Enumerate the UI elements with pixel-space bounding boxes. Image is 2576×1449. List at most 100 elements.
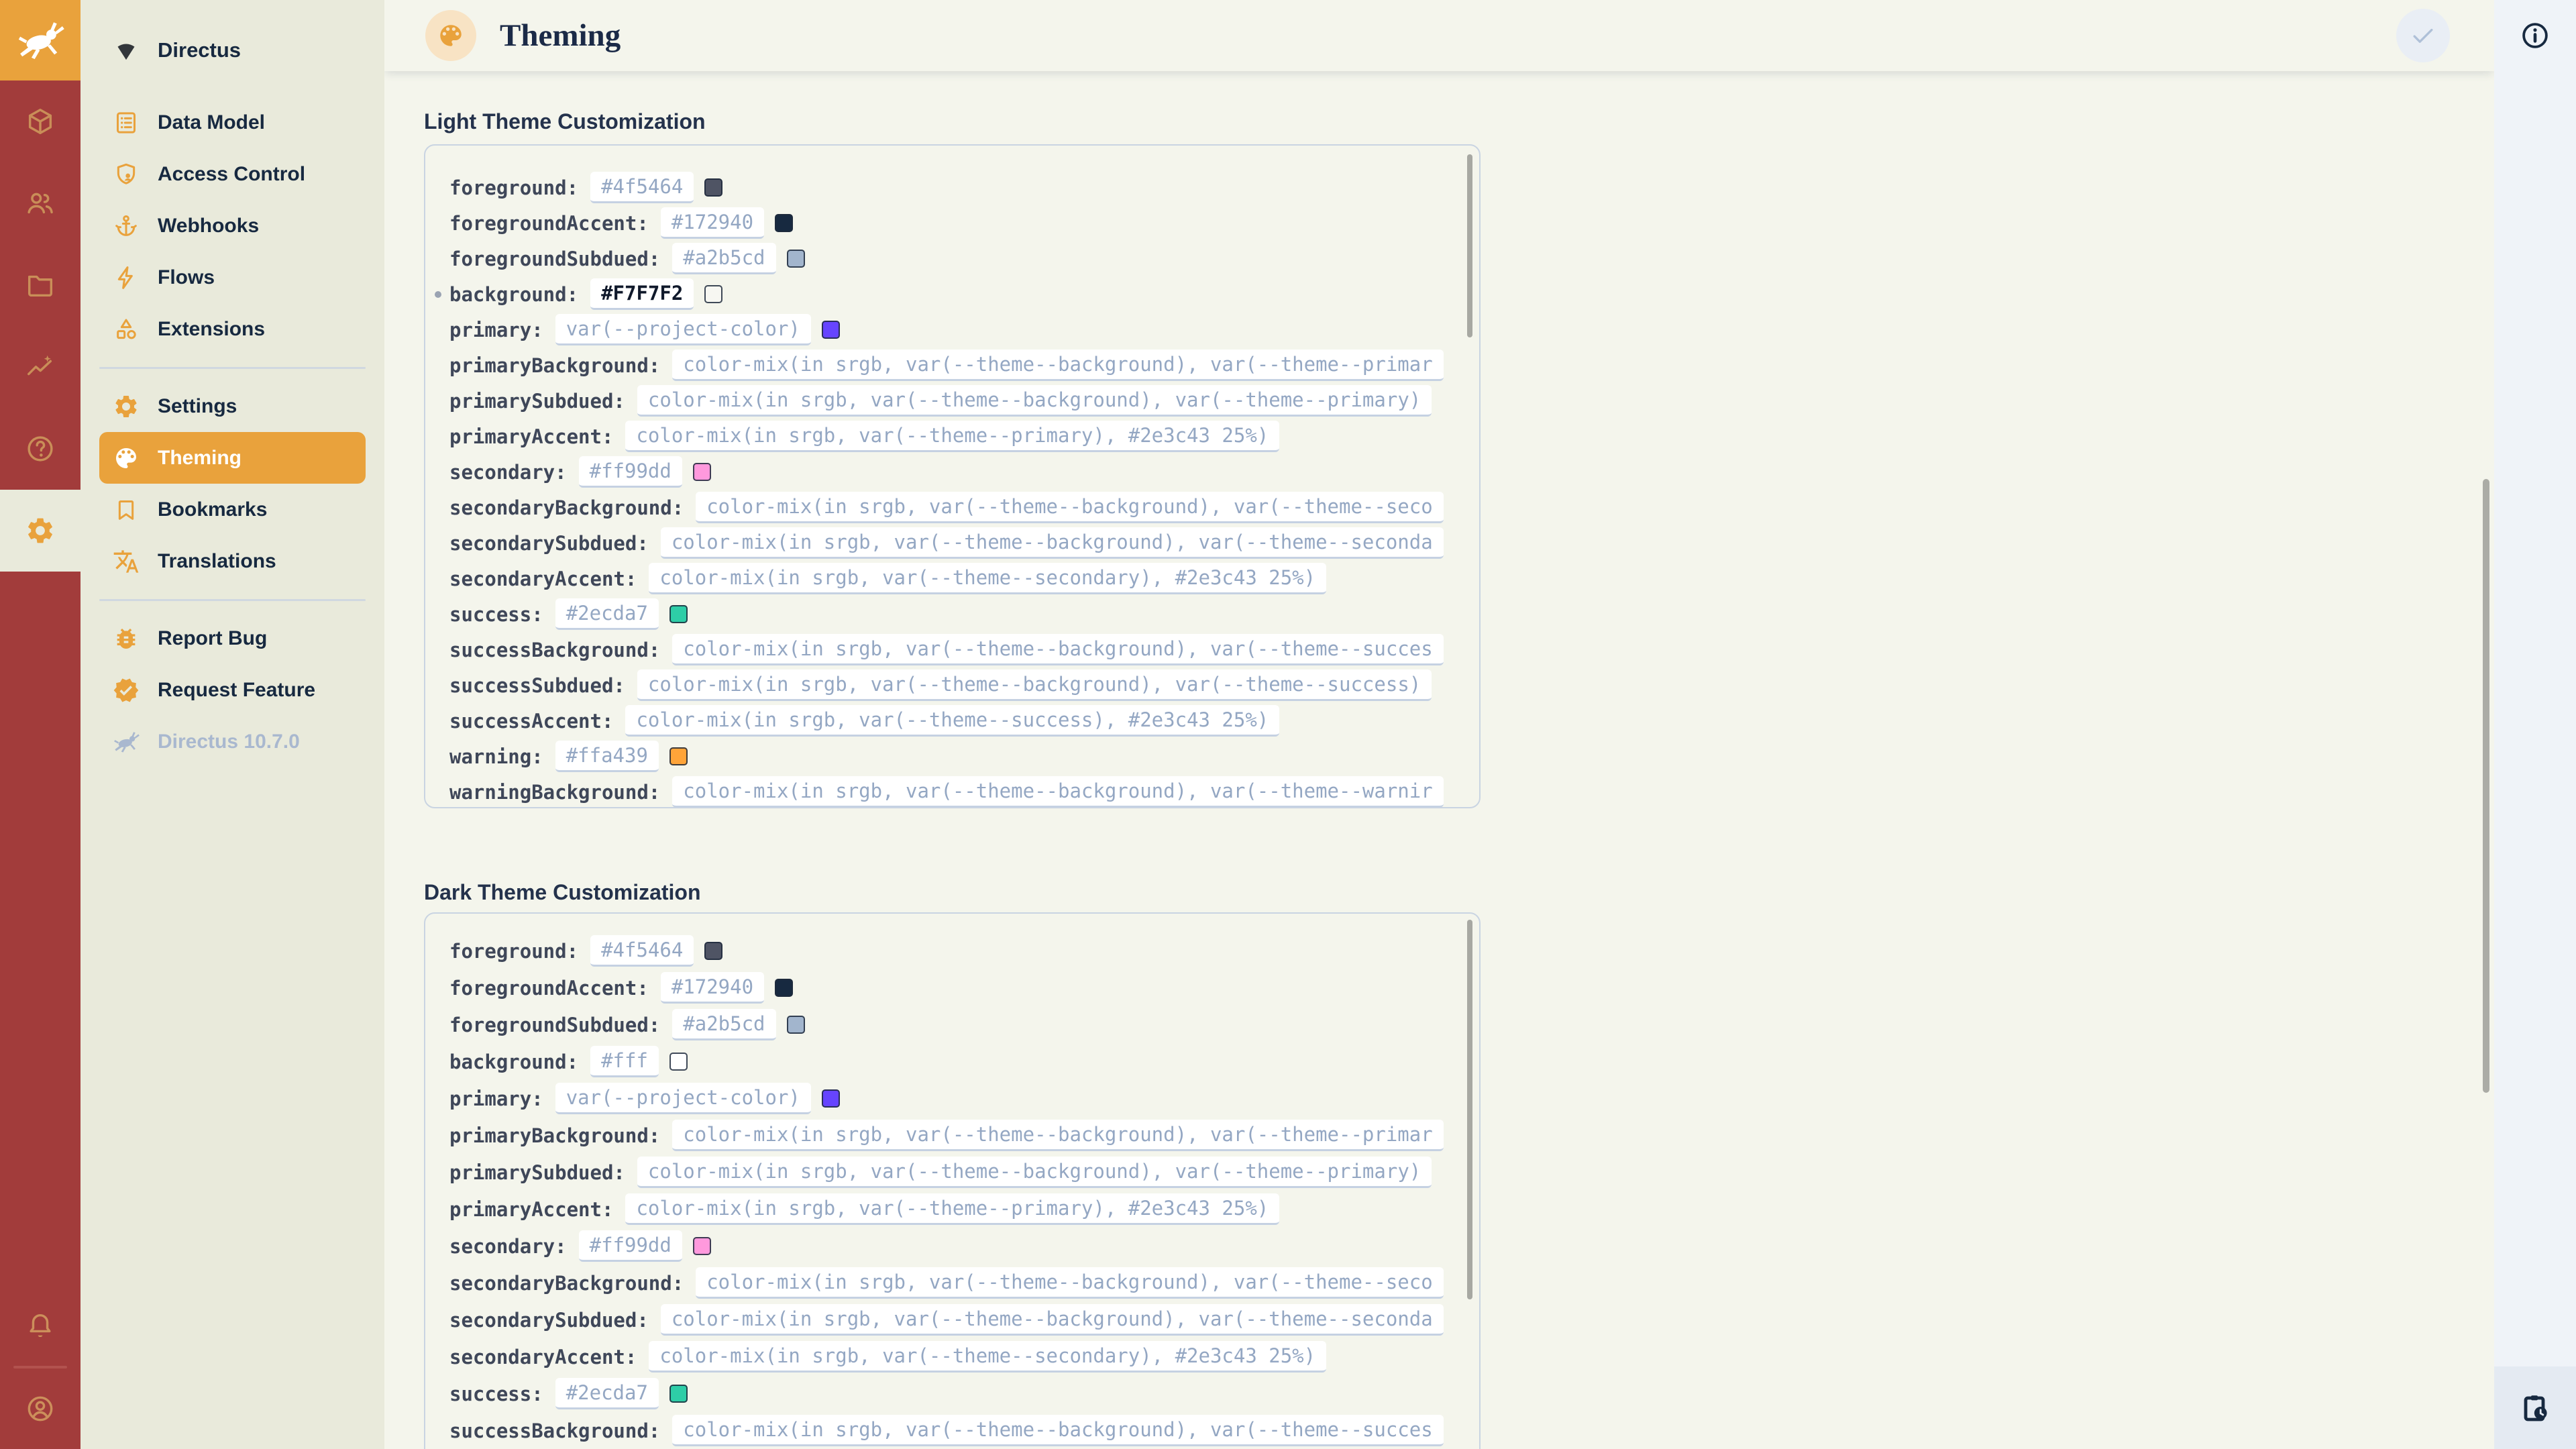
color-swatch[interactable] bbox=[693, 463, 711, 481]
sidebar-item[interactable]: Extensions bbox=[99, 303, 366, 355]
sidebar-item[interactable]: Flows bbox=[99, 252, 366, 303]
light-theme-editor[interactable]: foreground: #4f5464 foregroundAccent: #1… bbox=[424, 144, 1481, 808]
account-button[interactable] bbox=[0, 1368, 80, 1449]
property-value-input[interactable]: #2ecda7 bbox=[555, 598, 659, 630]
property-value-input[interactable]: color-mix(in srgb, var(--theme--backgrou… bbox=[672, 350, 1443, 381]
light-block-scrollbar-thumb[interactable] bbox=[1467, 154, 1472, 337]
module-button[interactable] bbox=[0, 80, 80, 162]
property-value-input[interactable]: #ff99dd bbox=[579, 1230, 682, 1262]
theme-property-row: successSubdued: color-mix(in srgb, var(-… bbox=[425, 667, 1464, 703]
color-swatch[interactable] bbox=[669, 1053, 688, 1071]
module-button[interactable] bbox=[0, 244, 80, 326]
property-key: success: bbox=[449, 1383, 543, 1405]
property-value-input[interactable]: #ffa439 bbox=[555, 741, 659, 772]
dark-block-scrollbar-thumb[interactable] bbox=[1467, 920, 1472, 1299]
sidebar-item[interactable]: Access Control bbox=[99, 148, 366, 200]
property-value-input[interactable]: color-mix(in srgb, var(--theme--backgrou… bbox=[672, 1415, 1443, 1446]
sidebar-item[interactable]: Translations bbox=[99, 535, 366, 587]
insights-icon bbox=[25, 352, 56, 382]
color-swatch[interactable] bbox=[669, 1385, 688, 1403]
notifications-button[interactable] bbox=[0, 1285, 80, 1366]
theme-property-row: primarySubdued: color-mix(in srgb, var(-… bbox=[425, 1154, 1464, 1191]
property-value-input[interactable]: var(--project-color) bbox=[555, 1083, 811, 1114]
color-swatch[interactable] bbox=[704, 178, 722, 197]
theme-property-row: primarySubdued: color-mix(in srgb, var(-… bbox=[425, 383, 1464, 419]
sidebar-item[interactable]: Webhooks bbox=[99, 200, 366, 252]
property-value-input[interactable]: color-mix(in srgb, var(--theme--backgrou… bbox=[672, 776, 1443, 808]
theme-property-row: successAccent: color-mix(in srgb, var(--… bbox=[425, 703, 1464, 739]
sidebar-item-label: Webhooks bbox=[158, 215, 259, 237]
property-key: secondaryBackground: bbox=[449, 496, 684, 519]
property-value-input[interactable]: #172940 bbox=[661, 972, 764, 1004]
sidebar-item[interactable]: Settings bbox=[99, 380, 366, 432]
sidebar-item[interactable]: Bookmarks bbox=[99, 484, 366, 535]
module-button[interactable] bbox=[0, 490, 80, 572]
property-value-input[interactable]: color-mix(in srgb, var(--theme--backgrou… bbox=[637, 385, 1432, 417]
color-swatch[interactable] bbox=[822, 321, 840, 339]
sidebar-item[interactable]: Theming bbox=[99, 432, 366, 484]
property-value-input[interactable]: color-mix(in srgb, var(--theme--backgrou… bbox=[661, 527, 1444, 559]
property-key: warningBackground: bbox=[449, 781, 660, 804]
property-value-input[interactable]: #4f5464 bbox=[590, 935, 694, 967]
color-swatch[interactable] bbox=[775, 979, 793, 997]
color-swatch[interactable] bbox=[775, 214, 793, 232]
save-button[interactable] bbox=[2396, 9, 2450, 62]
sidebar-item[interactable]: Report Bug bbox=[99, 612, 366, 664]
color-swatch[interactable] bbox=[787, 250, 805, 268]
sidebar-item-label: Access Control bbox=[158, 163, 305, 186]
sidebar-item[interactable]: Directus 10.7.0 bbox=[99, 716, 366, 767]
main-content: Theming Light Theme Customization foregr… bbox=[384, 0, 2494, 1449]
sidebar-item[interactable]: Request Feature bbox=[99, 664, 366, 716]
bug-icon bbox=[113, 625, 140, 652]
property-value-input[interactable]: #2ecda7 bbox=[555, 1378, 659, 1409]
property-value-input[interactable]: #4f5464 bbox=[590, 172, 694, 203]
theme-property-row: foregroundAccent: #172940 bbox=[425, 205, 1464, 241]
property-value-input[interactable]: #F7F7F2 bbox=[590, 278, 694, 310]
property-value-input[interactable]: color-mix(in srgb, var(--theme--primary)… bbox=[625, 1193, 1279, 1225]
property-key: primaryAccent: bbox=[449, 425, 613, 448]
property-value-input[interactable]: color-mix(in srgb, var(--theme--success)… bbox=[625, 705, 1279, 737]
module-button[interactable] bbox=[0, 408, 80, 490]
theme-property-row: secondary: #ff99dd bbox=[425, 1228, 1464, 1265]
property-value-input[interactable]: var(--project-color) bbox=[555, 314, 811, 345]
property-key: background: bbox=[449, 283, 578, 306]
property-value-input[interactable]: #a2b5cd bbox=[672, 243, 775, 274]
color-swatch[interactable] bbox=[669, 747, 688, 765]
color-swatch[interactable] bbox=[693, 1237, 711, 1255]
color-swatch[interactable] bbox=[704, 285, 722, 303]
property-value-input[interactable]: #172940 bbox=[661, 207, 764, 239]
page-info-button[interactable] bbox=[2494, 0, 2576, 71]
dark-theme-editor[interactable]: foreground: #4f5464 foregroundAccent: #1… bbox=[424, 912, 1481, 1449]
property-value-input[interactable]: color-mix(in srgb, var(--theme--secondar… bbox=[649, 1341, 1326, 1373]
activity-footer[interactable] bbox=[2494, 1366, 2576, 1449]
property-value-input[interactable]: color-mix(in srgb, var(--theme--backgrou… bbox=[672, 634, 1443, 665]
property-value-input[interactable]: color-mix(in srgb, var(--theme--backgrou… bbox=[661, 1304, 1444, 1336]
property-value-input[interactable]: color-mix(in srgb, var(--theme--backgrou… bbox=[696, 492, 1444, 523]
module-button[interactable] bbox=[0, 162, 80, 244]
project-title[interactable]: Directus bbox=[80, 24, 384, 76]
property-value-input[interactable]: color-mix(in srgb, var(--theme--backgrou… bbox=[637, 1157, 1432, 1188]
property-value-input[interactable]: color-mix(in srgb, var(--theme--secondar… bbox=[649, 563, 1326, 594]
directus-logo[interactable] bbox=[0, 0, 80, 80]
property-value-input[interactable]: #fff bbox=[590, 1046, 659, 1077]
theme-property-row: foregroundSubdued: #a2b5cd bbox=[425, 241, 1464, 276]
property-value-input[interactable]: #a2b5cd bbox=[672, 1009, 775, 1040]
main-scrollbar-thumb[interactable] bbox=[2483, 479, 2489, 1093]
project-fan-icon bbox=[113, 37, 140, 64]
color-swatch[interactable] bbox=[704, 942, 722, 960]
property-key: foregroundAccent: bbox=[449, 977, 649, 1000]
theme-property-row: secondaryBackground: color-mix(in srgb, … bbox=[425, 1265, 1464, 1301]
color-swatch[interactable] bbox=[787, 1016, 805, 1034]
module-button[interactable] bbox=[0, 326, 80, 408]
info-icon bbox=[2520, 20, 2551, 51]
property-value-input[interactable]: color-mix(in srgb, var(--theme--backgrou… bbox=[696, 1267, 1444, 1299]
color-swatch[interactable] bbox=[822, 1089, 840, 1108]
property-value-input[interactable]: color-mix(in srgb, var(--theme--backgrou… bbox=[672, 1120, 1443, 1151]
color-swatch[interactable] bbox=[669, 605, 688, 623]
property-value-input[interactable]: color-mix(in srgb, var(--theme--primary)… bbox=[625, 421, 1279, 452]
property-value-input[interactable]: color-mix(in srgb, var(--theme--backgrou… bbox=[637, 669, 1432, 701]
sidebar-item-label: Extensions bbox=[158, 318, 265, 341]
property-value-input[interactable]: #ff99dd bbox=[579, 456, 682, 488]
property-key: primaryBackground: bbox=[449, 1124, 660, 1147]
sidebar-item[interactable]: Data Model bbox=[99, 97, 366, 148]
